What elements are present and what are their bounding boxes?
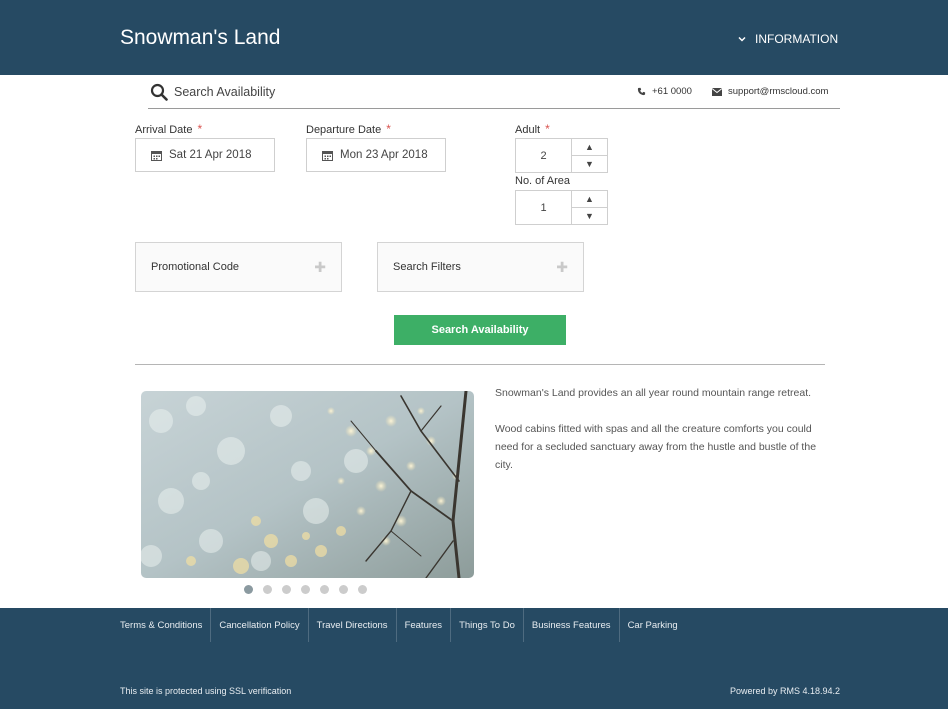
property-photo bbox=[141, 391, 474, 578]
area-decrement-button[interactable]: ▼ bbox=[572, 208, 607, 224]
powered-by[interactable]: Powered by RMS 4.18.94.2 bbox=[730, 686, 840, 696]
area-count-input[interactable]: 1 bbox=[516, 191, 572, 224]
footer-link-things-to-do[interactable]: Things To Do bbox=[450, 608, 523, 642]
property-description: Snowman's Land provides an all year roun… bbox=[495, 384, 825, 492]
carousel-dot[interactable] bbox=[320, 585, 329, 594]
site-footer: Terms & Conditions Cancellation Policy T… bbox=[0, 608, 948, 709]
search-availability-button[interactable]: Search Availability bbox=[394, 315, 566, 345]
calendar-icon bbox=[322, 150, 333, 161]
email-contact[interactable]: support@rmscloud.com bbox=[712, 86, 828, 97]
carousel-indicators bbox=[244, 585, 367, 594]
information-menu-label: INFORMATION bbox=[755, 32, 839, 46]
phone-number: +61 0000 bbox=[652, 86, 692, 97]
arrival-date-label-text: Arrival Date bbox=[135, 124, 193, 136]
required-mark: * bbox=[197, 122, 203, 136]
carousel-dot[interactable] bbox=[339, 585, 348, 594]
ssl-notice: This site is protected using SSL verific… bbox=[120, 686, 292, 696]
adult-count-input[interactable]: 2 bbox=[516, 139, 572, 172]
description-paragraph: Snowman's Land provides an all year roun… bbox=[495, 387, 812, 399]
area-label: No. of Area bbox=[515, 175, 571, 187]
required-mark: * bbox=[386, 122, 391, 136]
search-icon bbox=[150, 83, 168, 101]
arrival-date-value: Sat 21 Apr 2018 bbox=[169, 149, 252, 161]
adult-stepper: 2 ▲ ▼ bbox=[515, 138, 608, 173]
departure-date-label-text: Departure Date bbox=[306, 124, 382, 136]
departure-date-picker[interactable]: Mon 23 Apr 2018 bbox=[306, 138, 446, 172]
footer-link-cancellation[interactable]: Cancellation Policy bbox=[210, 608, 307, 642]
plus-icon: ✚ bbox=[556, 259, 568, 275]
area-increment-button[interactable]: ▲ bbox=[572, 191, 607, 208]
carousel-dot[interactable] bbox=[282, 585, 291, 594]
required-mark: * bbox=[545, 122, 550, 136]
footer-links: Terms & Conditions Cancellation Policy T… bbox=[120, 608, 686, 642]
description-paragraph: Wood cabins fitted with spas and all the… bbox=[495, 423, 817, 471]
bokeh-tree-image bbox=[141, 391, 474, 578]
calendar-icon bbox=[151, 150, 162, 161]
site-header: Snowman's Land INFORMATION bbox=[0, 0, 948, 75]
information-menu[interactable]: INFORMATION bbox=[737, 32, 838, 46]
footer-link-car-parking[interactable]: Car Parking bbox=[618, 608, 686, 642]
adult-decrement-button[interactable]: ▼ bbox=[572, 156, 607, 172]
section-divider bbox=[135, 364, 825, 365]
departure-date-label: Departure Date * bbox=[306, 122, 391, 136]
area-stepper: 1 ▲ ▼ bbox=[515, 190, 608, 225]
phone-icon bbox=[637, 87, 646, 96]
carousel-dot[interactable] bbox=[244, 585, 253, 594]
arrival-date-picker[interactable]: Sat 21 Apr 2018 bbox=[135, 138, 275, 172]
phone-contact[interactable]: +61 0000 bbox=[637, 86, 692, 97]
departure-date-value: Mon 23 Apr 2018 bbox=[340, 149, 428, 161]
chevron-down-icon bbox=[738, 36, 746, 42]
footer-link-business-features[interactable]: Business Features bbox=[522, 608, 619, 642]
adult-increment-button[interactable]: ▲ bbox=[572, 139, 607, 156]
promotional-code-panel[interactable]: Promotional Code ✚ bbox=[135, 242, 342, 292]
carousel-dot[interactable] bbox=[358, 585, 367, 594]
adult-label: Adult * bbox=[515, 122, 550, 136]
search-availability-bar: Search Availability +61 0000 support@rms… bbox=[148, 79, 840, 109]
search-filters-label: Search Filters bbox=[393, 261, 461, 273]
footer-link-terms[interactable]: Terms & Conditions bbox=[120, 608, 210, 642]
plus-icon: ✚ bbox=[314, 259, 326, 275]
promotional-code-label: Promotional Code bbox=[151, 261, 240, 273]
search-availability-title: Search Availability bbox=[174, 85, 276, 99]
search-filters-panel[interactable]: Search Filters ✚ bbox=[377, 242, 584, 292]
adult-label-text: Adult bbox=[515, 124, 541, 136]
footer-link-features[interactable]: Features bbox=[395, 608, 451, 642]
email-address: support@rmscloud.com bbox=[728, 86, 829, 97]
carousel-dot[interactable] bbox=[263, 585, 272, 594]
footer-link-directions[interactable]: Travel Directions bbox=[307, 608, 396, 642]
arrival-date-label: Arrival Date * bbox=[135, 122, 202, 136]
brand-title[interactable]: Snowman's Land bbox=[120, 26, 280, 50]
carousel-dot[interactable] bbox=[301, 585, 310, 594]
envelope-icon bbox=[712, 87, 722, 96]
